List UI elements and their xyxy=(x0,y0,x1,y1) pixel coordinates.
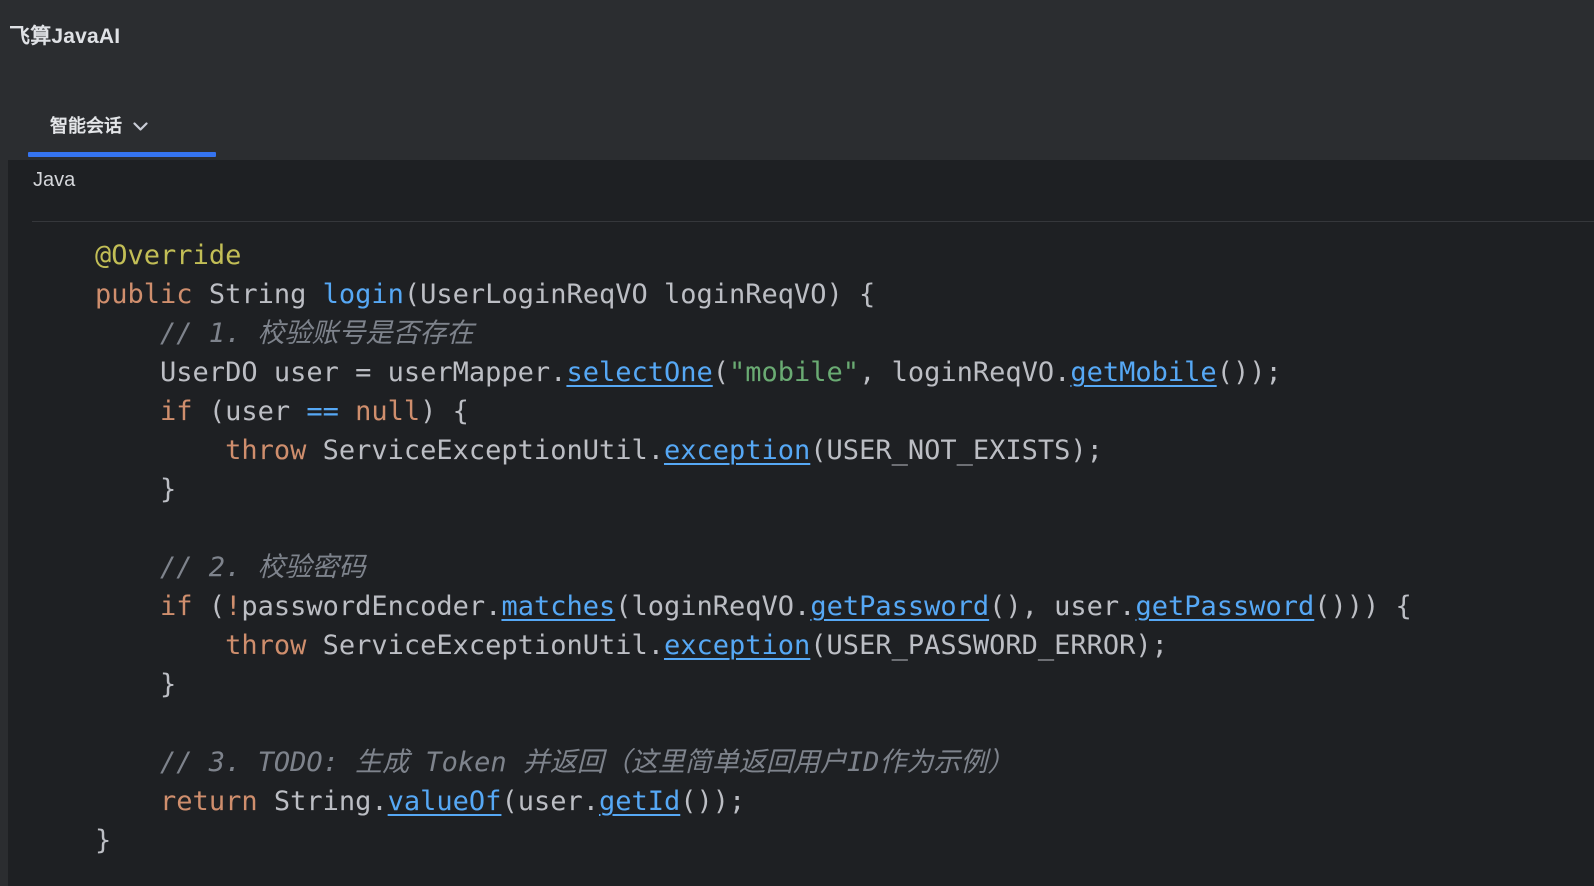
code-token: login xyxy=(322,279,404,310)
code-token: if xyxy=(160,396,193,427)
code-token: matches xyxy=(501,591,616,622)
tab-smart-conversation[interactable]: 智能会话 xyxy=(28,98,170,152)
code-token: String. xyxy=(257,786,388,817)
code-token: (loginReqVO. xyxy=(615,591,811,622)
code-line: return String.valueOf(user.getId()); xyxy=(30,782,1594,821)
code-header-divider xyxy=(32,221,1594,222)
code-line: // 2. 校验密码 xyxy=(30,548,1594,587)
code-token: "mobile" xyxy=(729,357,860,388)
app-title: 飞算JavaAI xyxy=(9,25,121,48)
code-line: @Override xyxy=(30,236,1594,275)
chevron-down-icon[interactable] xyxy=(133,121,148,132)
code-token: selectOne xyxy=(566,357,713,388)
code-token: UserDO user = userMapper. xyxy=(30,357,567,388)
code-token: (user. xyxy=(501,786,599,817)
code-token: } xyxy=(30,825,112,856)
code-token: (USER_NOT_EXISTS); xyxy=(810,435,1103,466)
code-token: ())) { xyxy=(1314,591,1412,622)
code-token: ! xyxy=(225,591,242,622)
code-line: } xyxy=(30,470,1594,509)
code-token: exception xyxy=(663,435,811,466)
code-token: exception xyxy=(663,630,811,661)
code-line: if (user == null) { xyxy=(30,392,1594,431)
code-token: } xyxy=(30,474,177,505)
code-line: // 1. 校验账号是否存在 xyxy=(30,314,1594,353)
code-token: getId xyxy=(598,786,681,817)
code-token: passwordEncoder. xyxy=(241,591,502,622)
tab-smart-conversation-label: 智能会话 xyxy=(50,116,122,136)
code-token: ( xyxy=(192,591,226,622)
code-language-label: Java xyxy=(33,169,76,191)
code-token: // 1. 校验账号是否存在 xyxy=(30,318,474,349)
code-token: } xyxy=(30,669,177,700)
code-token: if xyxy=(160,591,193,622)
code-token: getPassword xyxy=(810,591,990,622)
code-token: (user xyxy=(192,396,307,427)
code-token: (), user. xyxy=(989,591,1136,622)
code-token: // 3. TODO: 生成 Token 并返回（这里简单返回用户ID作为示例） xyxy=(30,747,1015,778)
code-token: ()); xyxy=(680,786,746,817)
code-token: @Override xyxy=(95,240,242,271)
code-line: } xyxy=(30,665,1594,704)
code-token: (UserLoginReqVO loginReqVO) { xyxy=(403,279,876,310)
code-token: ServiceExceptionUtil. xyxy=(306,630,664,661)
code-token: throw xyxy=(225,435,307,466)
active-tab-indicator xyxy=(28,152,216,157)
code-token: String xyxy=(192,279,323,310)
code-token: (USER_PASSWORD_ERROR); xyxy=(810,630,1168,661)
code-line: UserDO user = userMapper.selectOne("mobi… xyxy=(30,353,1594,392)
code-token: ()); xyxy=(1216,357,1282,388)
code-content: @Override public String login(UserLoginR… xyxy=(30,236,1594,860)
code-token: null xyxy=(355,396,421,427)
code-token: , loginReqVO. xyxy=(859,357,1071,388)
code-token: == xyxy=(306,396,339,427)
code-line: throw ServiceExceptionUtil.exception(USE… xyxy=(30,626,1594,665)
code-block: Java @Override public String login(UserL… xyxy=(8,160,1594,886)
code-line: public String login(UserLoginReqVO login… xyxy=(30,275,1594,314)
code-token: getMobile xyxy=(1070,357,1217,388)
code-token: ServiceExceptionUtil. xyxy=(306,435,664,466)
code-token: throw xyxy=(225,630,307,661)
code-token: // 2. 校验密码 xyxy=(30,552,366,583)
code-token: ( xyxy=(712,357,730,388)
code-line: // 3. TODO: 生成 Token 并返回（这里简单返回用户ID作为示例） xyxy=(30,743,1594,782)
code-line: if (!passwordEncoder.matches(loginReqVO.… xyxy=(30,587,1594,626)
app-window: 飞算JavaAI 智能会话 Java @Override public Stri… xyxy=(0,0,1594,886)
code-token: valueOf xyxy=(387,786,502,817)
code-line: throw ServiceExceptionUtil.exception(USE… xyxy=(30,431,1594,470)
code-token: getPassword xyxy=(1135,591,1315,622)
code-line: } xyxy=(30,821,1594,860)
code-token: ) { xyxy=(420,396,469,427)
code-token: return xyxy=(160,786,258,817)
code-token: public xyxy=(95,279,193,310)
